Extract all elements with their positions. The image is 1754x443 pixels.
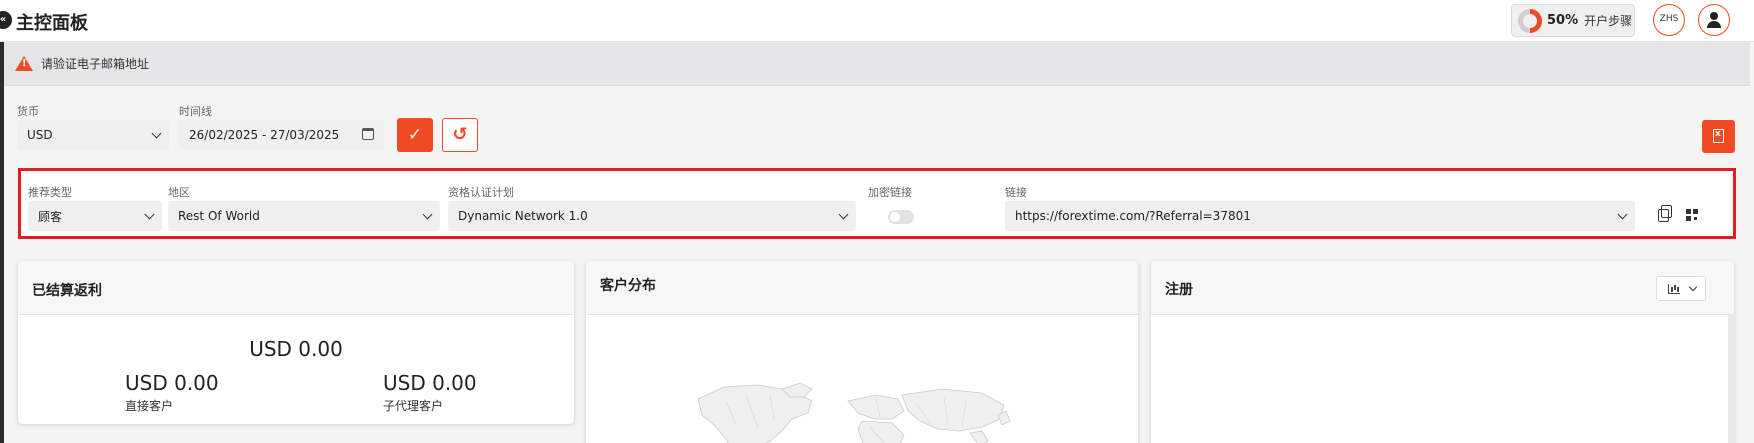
referral-link-select[interactable]: https://forextime.com/?Referral=37801 (1005, 201, 1635, 231)
card-header: 已结算返利 (18, 261, 574, 315)
card-header: 注册 (1151, 261, 1734, 315)
direct-clients-value: USD 0.00 (125, 371, 219, 395)
apply-filter-button[interactable]: ✓ (397, 118, 433, 152)
chevron-down-icon (1688, 282, 1698, 292)
chevron-down-icon (144, 209, 155, 220)
card-title: 注册 (1165, 282, 1193, 298)
encrypted-link-label: 加密链接 (868, 186, 912, 199)
undo-icon: ↺ (452, 124, 468, 145)
encrypted-link-toggle[interactable] (888, 210, 914, 224)
sidebar-edge (0, 42, 4, 443)
region-value: Rest Of World (178, 209, 260, 223)
chevron-down-icon (1617, 209, 1628, 220)
copy-icon[interactable] (1658, 205, 1672, 222)
link-label: 链接 (1005, 186, 1027, 199)
user-icon (1710, 12, 1718, 20)
client-distribution-card: 客户分布 (586, 261, 1138, 443)
reset-filter-button[interactable]: ↺ (442, 118, 478, 152)
progress-percent: 50% (1547, 13, 1579, 28)
check-icon: ✓ (407, 125, 423, 145)
alert-text: 请验证电子邮箱地址 (41, 57, 150, 71)
registrations-card: 注册 (1151, 261, 1734, 443)
double-chevron-left-icon[interactable]: « (0, 11, 12, 29)
qr-code-icon[interactable] (1686, 209, 1698, 221)
calendar-icon (362, 128, 374, 140)
account-opening-progress[interactable]: 50% 开户步骤 (1511, 4, 1635, 37)
referral-link-value: https://forextime.com/?Referral=37801 (1015, 209, 1251, 223)
date-range-picker[interactable]: 26/02/2025 - 27/03/2025 (179, 120, 384, 150)
settled-rebates-card: 已结算返利 USD 0.00 USD 0.00 直接客户 USD 0.00 子代… (18, 261, 574, 424)
direct-clients-label: 直接客户 (125, 399, 174, 413)
card-title: 客户分布 (600, 278, 656, 294)
warning-icon (15, 56, 33, 71)
page-title: 主控面板 (16, 13, 88, 34)
chevron-down-icon (422, 209, 433, 220)
chevron-down-icon (151, 128, 162, 139)
export-excel-button[interactable] (1702, 120, 1735, 153)
language-button[interactable]: ZHS (1653, 4, 1685, 36)
qualification-plan-label: 资格认证计划 (448, 186, 514, 199)
currency-select[interactable]: USD (17, 120, 169, 150)
referral-type-select[interactable]: 顾客 (28, 201, 162, 231)
excel-export-icon (1713, 129, 1724, 143)
referral-link-panel: 推荐类型 顾客 地区 Rest Of World 资格认证计划 Dynamic … (18, 168, 1736, 239)
date-range-value: 26/02/2025 - 27/03/2025 (189, 128, 340, 142)
chevron-down-icon (838, 209, 849, 220)
total-rebate-value: USD 0.00 (249, 337, 343, 361)
sub-agent-clients-label: 子代理客户 (383, 399, 444, 413)
progress-ring-icon (1518, 8, 1542, 33)
top-bar: « 主控面板 50% 开户步骤 ZHS (0, 0, 1754, 42)
progress-label: 开户步骤 (1584, 14, 1633, 28)
currency-value: USD (27, 128, 53, 142)
qualification-plan-value: Dynamic Network 1.0 (458, 209, 588, 223)
card-title: 已结算返利 (32, 283, 102, 299)
card-header: 客户分布 (586, 261, 1138, 315)
qualification-plan-select[interactable]: Dynamic Network 1.0 (448, 201, 856, 231)
verify-email-alert: 请验证电子邮箱地址 (4, 42, 1750, 86)
bar-chart-icon (1668, 284, 1680, 294)
referral-type-value: 顾客 (38, 209, 63, 224)
referral-type-label: 推荐类型 (28, 186, 72, 199)
user-menu-button[interactable] (1698, 4, 1730, 36)
timeline-label: 时间线 (179, 105, 212, 118)
sub-agent-clients-value: USD 0.00 (383, 371, 477, 395)
chart-type-dropdown[interactable] (1656, 276, 1706, 301)
currency-label: 货币 (17, 105, 39, 118)
region-label: 地区 (168, 186, 190, 199)
region-select[interactable]: Rest Of World (168, 201, 440, 231)
scrollbar[interactable] (1728, 315, 1734, 443)
world-map[interactable] (586, 315, 1138, 443)
